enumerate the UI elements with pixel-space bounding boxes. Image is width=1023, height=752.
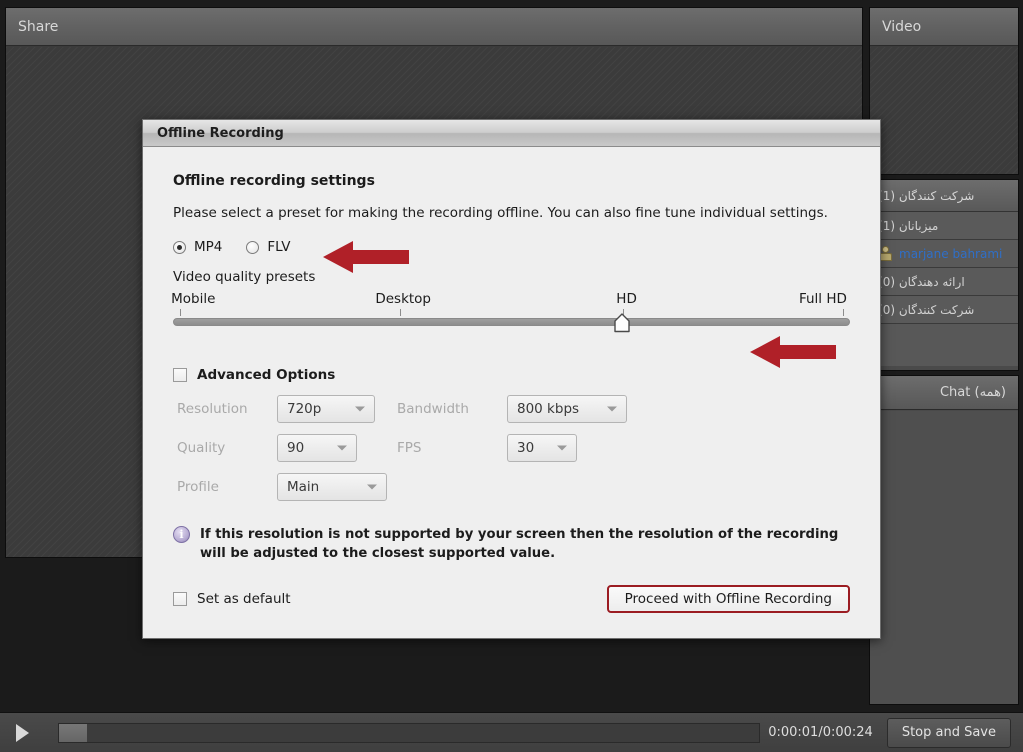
info-icon: i: [173, 526, 190, 543]
tick-label-desktop: Desktop: [375, 291, 432, 307]
chevron-down-icon: [557, 445, 567, 451]
attendees-header: شرکت کنندگان (1): [870, 180, 1018, 212]
proceed-with-offline-recording-button[interactable]: Proceed with Offline Recording: [606, 585, 850, 614]
chevron-down-icon: [367, 484, 377, 490]
quality-preset-slider-area: Mobile Desktop HD Full HD: [171, 291, 850, 353]
tick-label-fullhd: Full HD: [798, 291, 847, 307]
video-pod-title: Video: [882, 18, 922, 35]
attendees-group-participants-label: شرکت کنندگان (0): [878, 302, 975, 317]
video-pod: Video: [869, 7, 1019, 175]
set-as-default-label: Set as default: [197, 591, 291, 608]
attendees-pod: شرکت کنندگان (1) میزبانان (1) marjane ba…: [869, 179, 1019, 371]
resolution-note-text: If this resolution is not supported by y…: [200, 527, 839, 562]
attendees-empty-area: [870, 324, 1018, 366]
presets-label: Video quality presets: [173, 269, 316, 285]
attendees-group-hosts[interactable]: میزبانان (1): [870, 212, 1018, 240]
dialog-title-bar[interactable]: Offline Recording: [143, 120, 880, 147]
radio-flv-icon: [246, 240, 260, 254]
advanced-options-label: Advanced Options: [197, 367, 336, 383]
offline-recording-dialog: Offline Recording Offline recording sett…: [142, 119, 881, 639]
resolution-select[interactable]: 720p: [277, 395, 375, 423]
radio-option-flv[interactable]: FLV: [246, 239, 290, 255]
stop-and-save-button[interactable]: Stop and Save: [886, 717, 1011, 748]
attendees-header-label: شرکت کنندگان (1): [878, 188, 975, 203]
radio-mp4-icon: [173, 240, 186, 254]
profile-select[interactable]: Main: [277, 473, 387, 501]
settings-description: Please select a preset for making the re…: [173, 205, 828, 221]
set-as-default-row[interactable]: Set as default: [173, 591, 291, 607]
attendees-group-hosts-label: میزبانان (1): [878, 218, 939, 233]
arrow-slider-row: [750, 336, 836, 368]
advanced-options-checkbox-row[interactable]: Advanced Options: [173, 367, 850, 383]
attendee-user-row[interactable]: marjane bahrami: [870, 240, 1018, 268]
bandwidth-value: 800 kbps: [517, 401, 580, 417]
dialog-footer: Set as default Proceed with Offline Reco…: [173, 585, 850, 614]
chevron-down-icon: [355, 406, 365, 412]
chevron-down-icon: [607, 406, 617, 412]
profile-value: Main: [287, 479, 320, 495]
play-icon[interactable]: [0, 713, 44, 752]
quality-value: 90: [287, 440, 305, 456]
resolution-value: 720p: [287, 401, 322, 417]
tick-label-hd: HD: [616, 291, 637, 307]
seek-progress-fill: [59, 723, 87, 742]
advanced-options-checkbox[interactable]: [173, 368, 187, 382]
share-pod-header: Share: [6, 8, 862, 46]
fps-value: 30: [517, 440, 535, 456]
share-pod-title: Share: [18, 18, 59, 35]
chat-pod-title: Chat (همه): [939, 385, 1006, 400]
arrow-format-row: [323, 241, 409, 273]
chat-pod-header: Chat (همه): [870, 376, 1018, 410]
profile-label: Profile: [177, 479, 219, 495]
seek-slider[interactable]: [58, 722, 761, 743]
slider-handle[interactable]: [614, 313, 631, 333]
video-pod-canvas[interactable]: [870, 47, 1018, 174]
fps-label: FPS: [397, 440, 422, 456]
chevron-down-icon: [337, 445, 347, 451]
dialog-title: Offline Recording: [157, 125, 284, 141]
attendees-group-presenters-label: ارائه دهندگان (0): [878, 274, 965, 289]
playback-toolbar: 0:00:01/0:00:24 Stop and Save: [0, 712, 1023, 752]
resolution-note: i If this resolution is not supported by…: [173, 525, 850, 563]
advanced-options-grid: Resolution 720p Bandwidth 800 kbps Quali…: [177, 395, 850, 501]
attendees-group-participants[interactable]: شرکت کنندگان (0): [870, 296, 1018, 324]
time-display: 0:00:01/0:00:24: [768, 725, 873, 740]
set-as-default-checkbox[interactable]: [173, 592, 187, 607]
fps-select[interactable]: 30: [507, 434, 577, 462]
radio-option-mp4[interactable]: MP4: [173, 239, 222, 255]
radio-flv-label: FLV: [267, 239, 291, 255]
info-icon-glyph: i: [179, 528, 184, 541]
slider-tick-labels: Mobile Desktop HD Full HD: [171, 291, 850, 309]
bandwidth-select[interactable]: 800 kbps: [507, 395, 627, 423]
bandwidth-label: Bandwidth: [397, 401, 469, 417]
attendee-user-name: marjane bahrami: [899, 246, 1003, 261]
video-pod-header: Video: [870, 8, 1018, 46]
radio-mp4-label: MP4: [194, 239, 223, 255]
quality-preset-slider[interactable]: [173, 313, 850, 333]
format-radio-group: MP4 FLV: [173, 239, 850, 255]
slider-ticks: [173, 309, 850, 318]
quality-label: Quality: [177, 440, 226, 456]
chat-pod-messages[interactable]: [870, 411, 1018, 704]
chat-pod: Chat (همه): [869, 375, 1019, 705]
tick-label-mobile: Mobile: [171, 291, 216, 307]
quality-select[interactable]: 90: [277, 434, 357, 462]
settings-heading: Offline recording settings: [173, 173, 375, 189]
resolution-label: Resolution: [177, 401, 248, 417]
attendees-group-presenters[interactable]: ارائه دهندگان (0): [870, 268, 1018, 296]
